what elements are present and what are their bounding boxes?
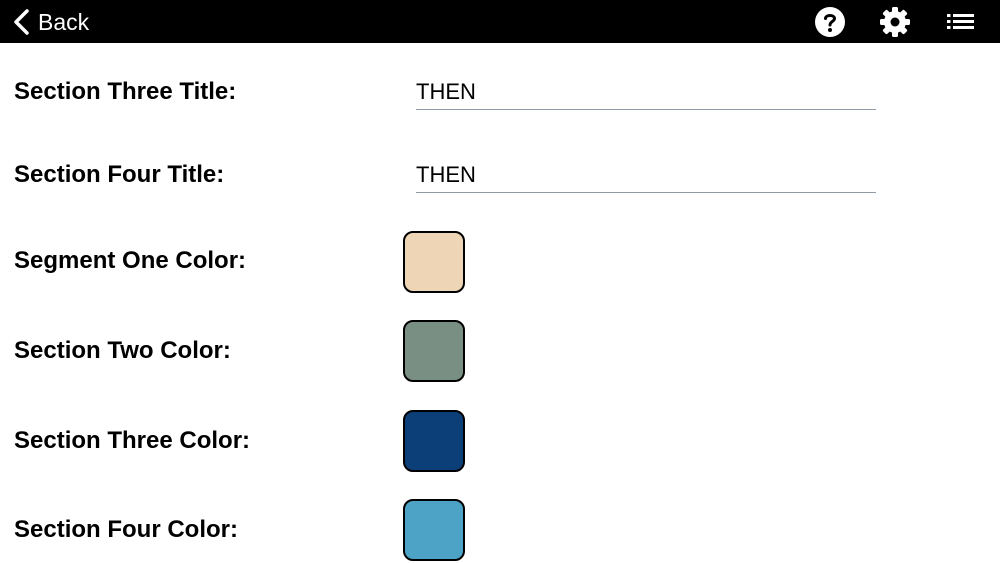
back-label: Back xyxy=(38,8,90,35)
section-four-title-label: Section Four Title: xyxy=(14,161,225,188)
section-three-color-label: Section Three Color: xyxy=(14,427,251,454)
back-button[interactable]: Back xyxy=(12,6,89,38)
section-four-color-swatch[interactable] xyxy=(403,499,465,561)
section-three-title-input[interactable] xyxy=(416,75,876,110)
gear-icon[interactable] xyxy=(879,6,911,38)
section-four-title-input[interactable] xyxy=(416,158,876,193)
segment-one-color-label: Segment One Color: xyxy=(14,247,247,274)
list-icon[interactable] xyxy=(944,6,976,38)
section-four-color-label: Section Four Color: xyxy=(14,516,238,543)
chevron-left-icon xyxy=(14,9,29,35)
section-three-title-label: Section Three Title: xyxy=(14,78,237,105)
section-two-color-label: Section Two Color: xyxy=(14,337,231,364)
segment-one-color-swatch[interactable] xyxy=(403,231,465,293)
top-bar: Back xyxy=(0,0,1000,43)
section-two-color-swatch[interactable] xyxy=(403,320,465,382)
section-three-color-swatch[interactable] xyxy=(403,410,465,472)
help-icon[interactable] xyxy=(814,6,846,38)
